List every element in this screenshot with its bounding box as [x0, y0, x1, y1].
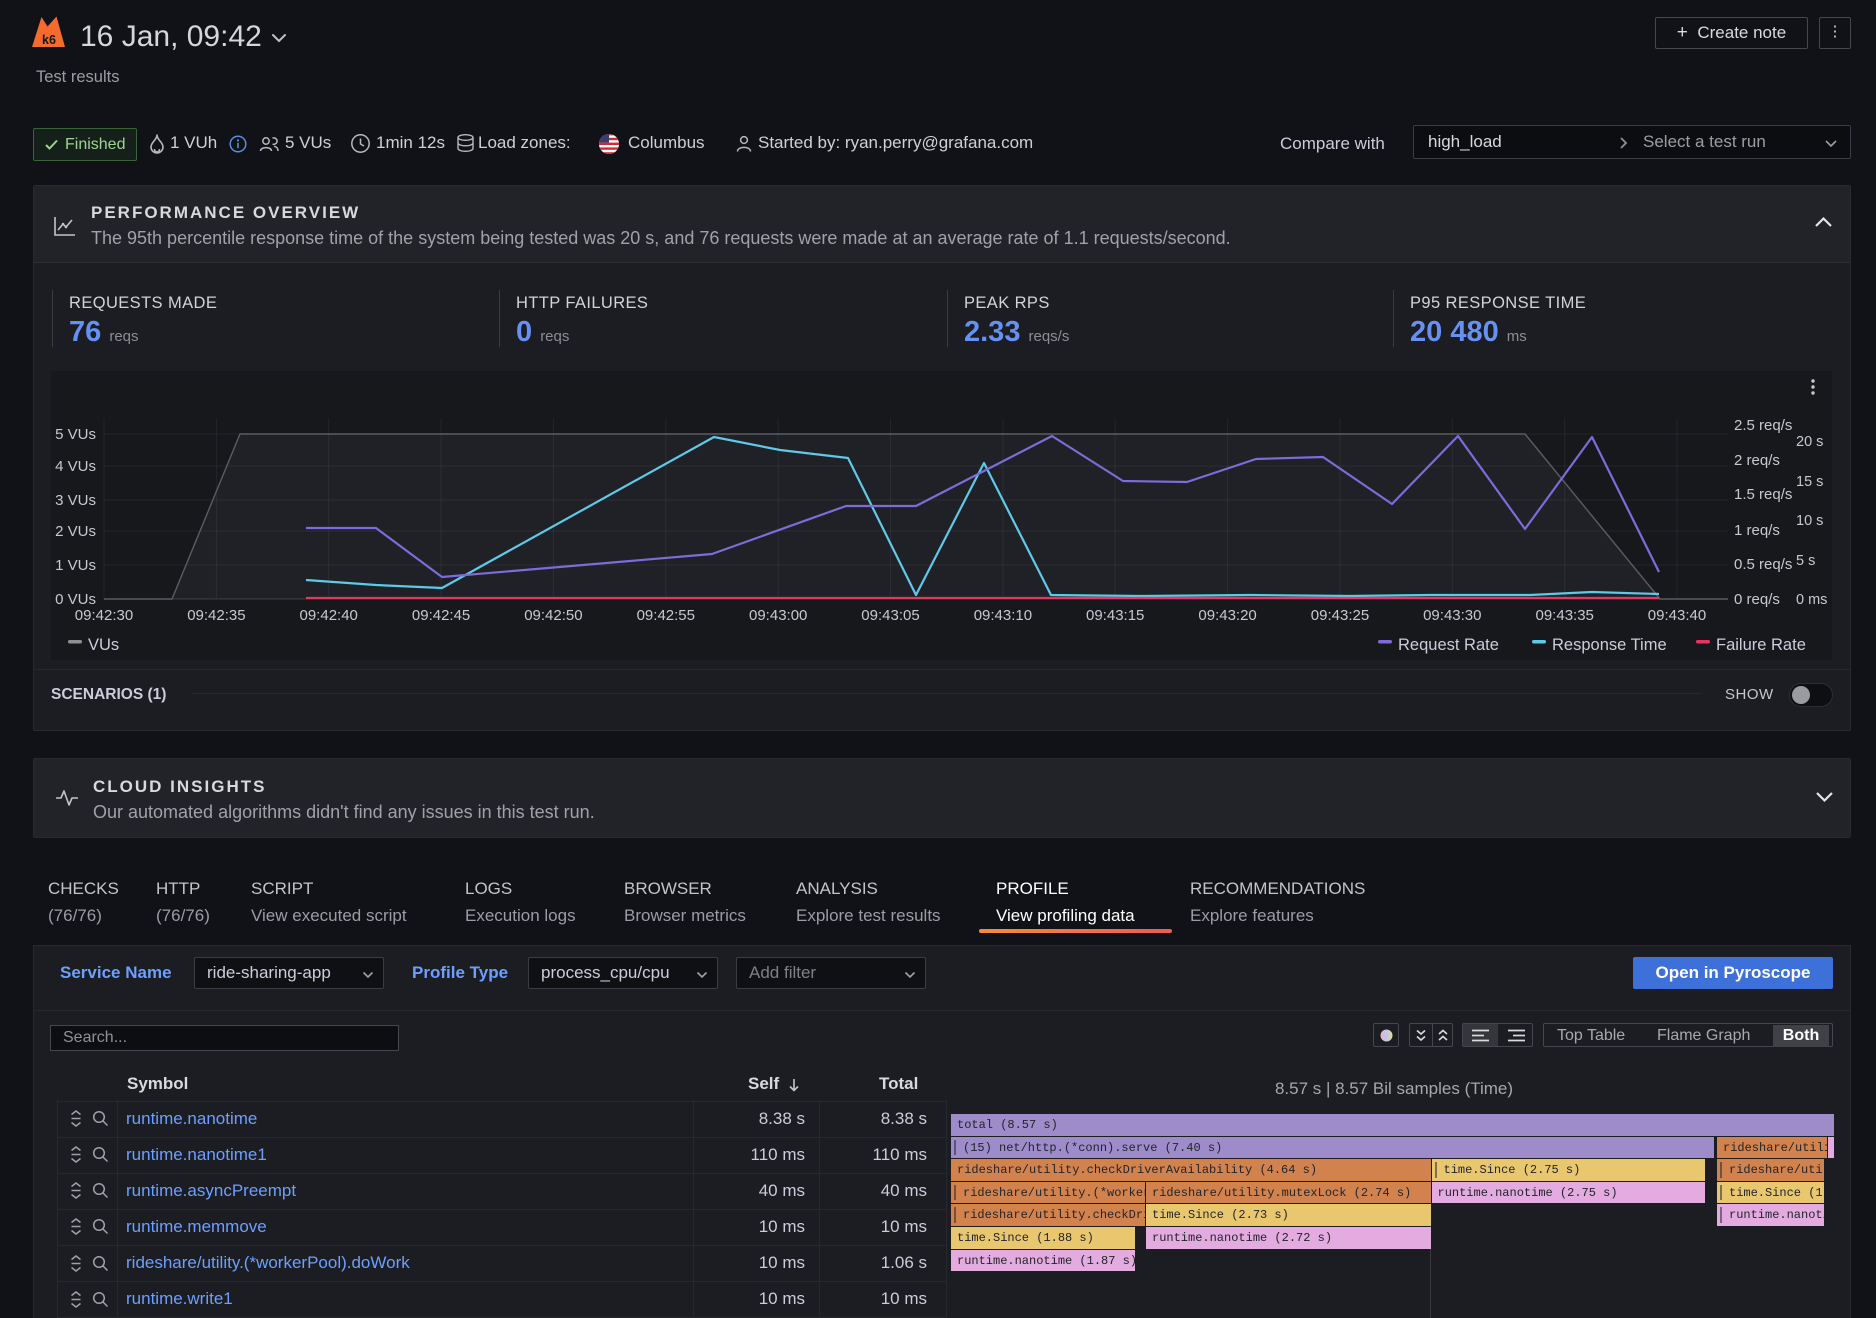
- svg-text:09:43:35: 09:43:35: [1536, 607, 1594, 624]
- svg-text:09:43:30: 09:43:30: [1423, 607, 1481, 624]
- svg-text:0.5 req/s: 0.5 req/s: [1734, 556, 1792, 573]
- svg-text:09:43:40: 09:43:40: [1648, 607, 1706, 624]
- svg-text:VUs: VUs: [88, 636, 119, 654]
- svg-text:2 req/s: 2 req/s: [1734, 452, 1780, 469]
- svg-text:09:43:15: 09:43:15: [1086, 607, 1144, 624]
- svg-text:10 s: 10 s: [1796, 513, 1823, 529]
- svg-text:k6: k6: [42, 33, 56, 47]
- svg-text:0 req/s: 0 req/s: [1734, 591, 1780, 608]
- svg-text:09:42:50: 09:42:50: [524, 607, 582, 624]
- svg-text:2.5 req/s: 2.5 req/s: [1734, 417, 1792, 434]
- svg-text:5 VUs: 5 VUs: [55, 426, 96, 443]
- svg-text:1 VUs: 1 VUs: [55, 557, 96, 574]
- svg-text:09:43:10: 09:43:10: [974, 607, 1032, 624]
- svg-text:0 VUs: 0 VUs: [55, 591, 96, 608]
- svg-text:Response Time: Response Time: [1552, 636, 1667, 654]
- svg-text:Failure Rate: Failure Rate: [1716, 636, 1806, 654]
- svg-text:20 s: 20 s: [1796, 434, 1823, 450]
- svg-text:2 VUs: 2 VUs: [55, 523, 96, 540]
- svg-text:Request Rate: Request Rate: [1398, 636, 1499, 654]
- svg-text:09:42:45: 09:42:45: [412, 607, 470, 624]
- svg-text:3 VUs: 3 VUs: [55, 492, 96, 509]
- svg-text:4 VUs: 4 VUs: [55, 458, 96, 475]
- svg-text:5 s: 5 s: [1796, 553, 1815, 569]
- svg-text:15 s: 15 s: [1796, 474, 1823, 490]
- svg-text:1 req/s: 1 req/s: [1734, 522, 1780, 539]
- svg-text:09:42:40: 09:42:40: [300, 607, 358, 624]
- svg-text:09:43:05: 09:43:05: [861, 607, 919, 624]
- svg-text:09:43:20: 09:43:20: [1198, 607, 1256, 624]
- svg-text:1.5 req/s: 1.5 req/s: [1734, 486, 1792, 503]
- svg-text:09:43:00: 09:43:00: [749, 607, 807, 624]
- svg-text:09:42:30: 09:42:30: [75, 607, 133, 624]
- svg-text:0 ms: 0 ms: [1796, 592, 1827, 608]
- svg-text:09:43:25: 09:43:25: [1311, 607, 1369, 624]
- svg-text:09:42:55: 09:42:55: [637, 607, 695, 624]
- svg-text:09:42:35: 09:42:35: [187, 607, 245, 624]
